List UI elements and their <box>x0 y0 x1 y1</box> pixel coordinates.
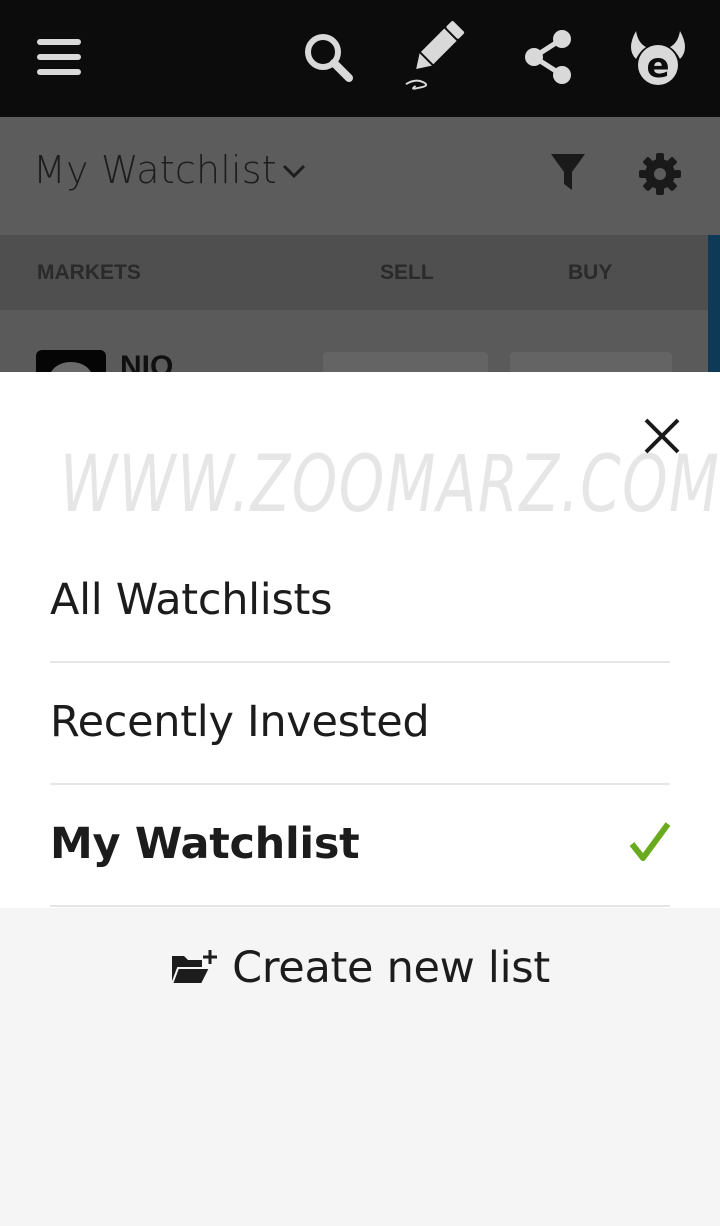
column-sell: SELL <box>380 261 434 284</box>
option-label: All Watchlists <box>50 575 333 625</box>
etoro-logo-icon[interactable]: e <box>626 22 690 92</box>
column-buy: BUY <box>568 261 613 284</box>
checkmark-icon <box>628 820 672 868</box>
market-logo <box>36 350 106 372</box>
gear-icon[interactable] <box>638 152 682 200</box>
scroll-accent <box>708 310 720 372</box>
create-new-list-label: Create new list <box>232 943 550 993</box>
top-app-bar: e <box>0 0 720 117</box>
chevron-down-icon[interactable] <box>281 162 307 184</box>
create-new-list-button[interactable]: Create new list <box>0 908 720 1028</box>
hamburger-menu-icon[interactable] <box>27 22 91 92</box>
sell-price-button[interactable] <box>323 352 488 372</box>
share-icon[interactable] <box>516 22 580 92</box>
filter-icon[interactable] <box>549 152 587 198</box>
search-icon[interactable] <box>296 22 360 92</box>
option-all-watchlists[interactable]: All Watchlists <box>50 540 670 660</box>
close-button[interactable] <box>636 410 688 462</box>
close-icon <box>644 418 680 454</box>
option-recently-invested[interactable]: Recently Invested <box>50 662 670 782</box>
option-label: My Watchlist <box>50 819 360 869</box>
option-my-watchlist[interactable]: My Watchlist <box>50 784 670 904</box>
buy-price-button[interactable] <box>510 352 672 372</box>
option-label: Recently Invested <box>50 697 430 747</box>
column-markets: MARKETS <box>37 261 141 284</box>
scroll-accent <box>708 235 720 310</box>
market-ticker: NIO <box>120 352 174 372</box>
divider <box>50 905 670 907</box>
watchlist-selector[interactable]: My Watchlist <box>33 148 277 192</box>
svg-text:e: e <box>646 46 669 86</box>
new-folder-icon <box>170 948 218 992</box>
watermark: WWW.ZOOMARZ.COM <box>60 440 720 530</box>
pencil-icon[interactable] <box>402 21 466 92</box>
